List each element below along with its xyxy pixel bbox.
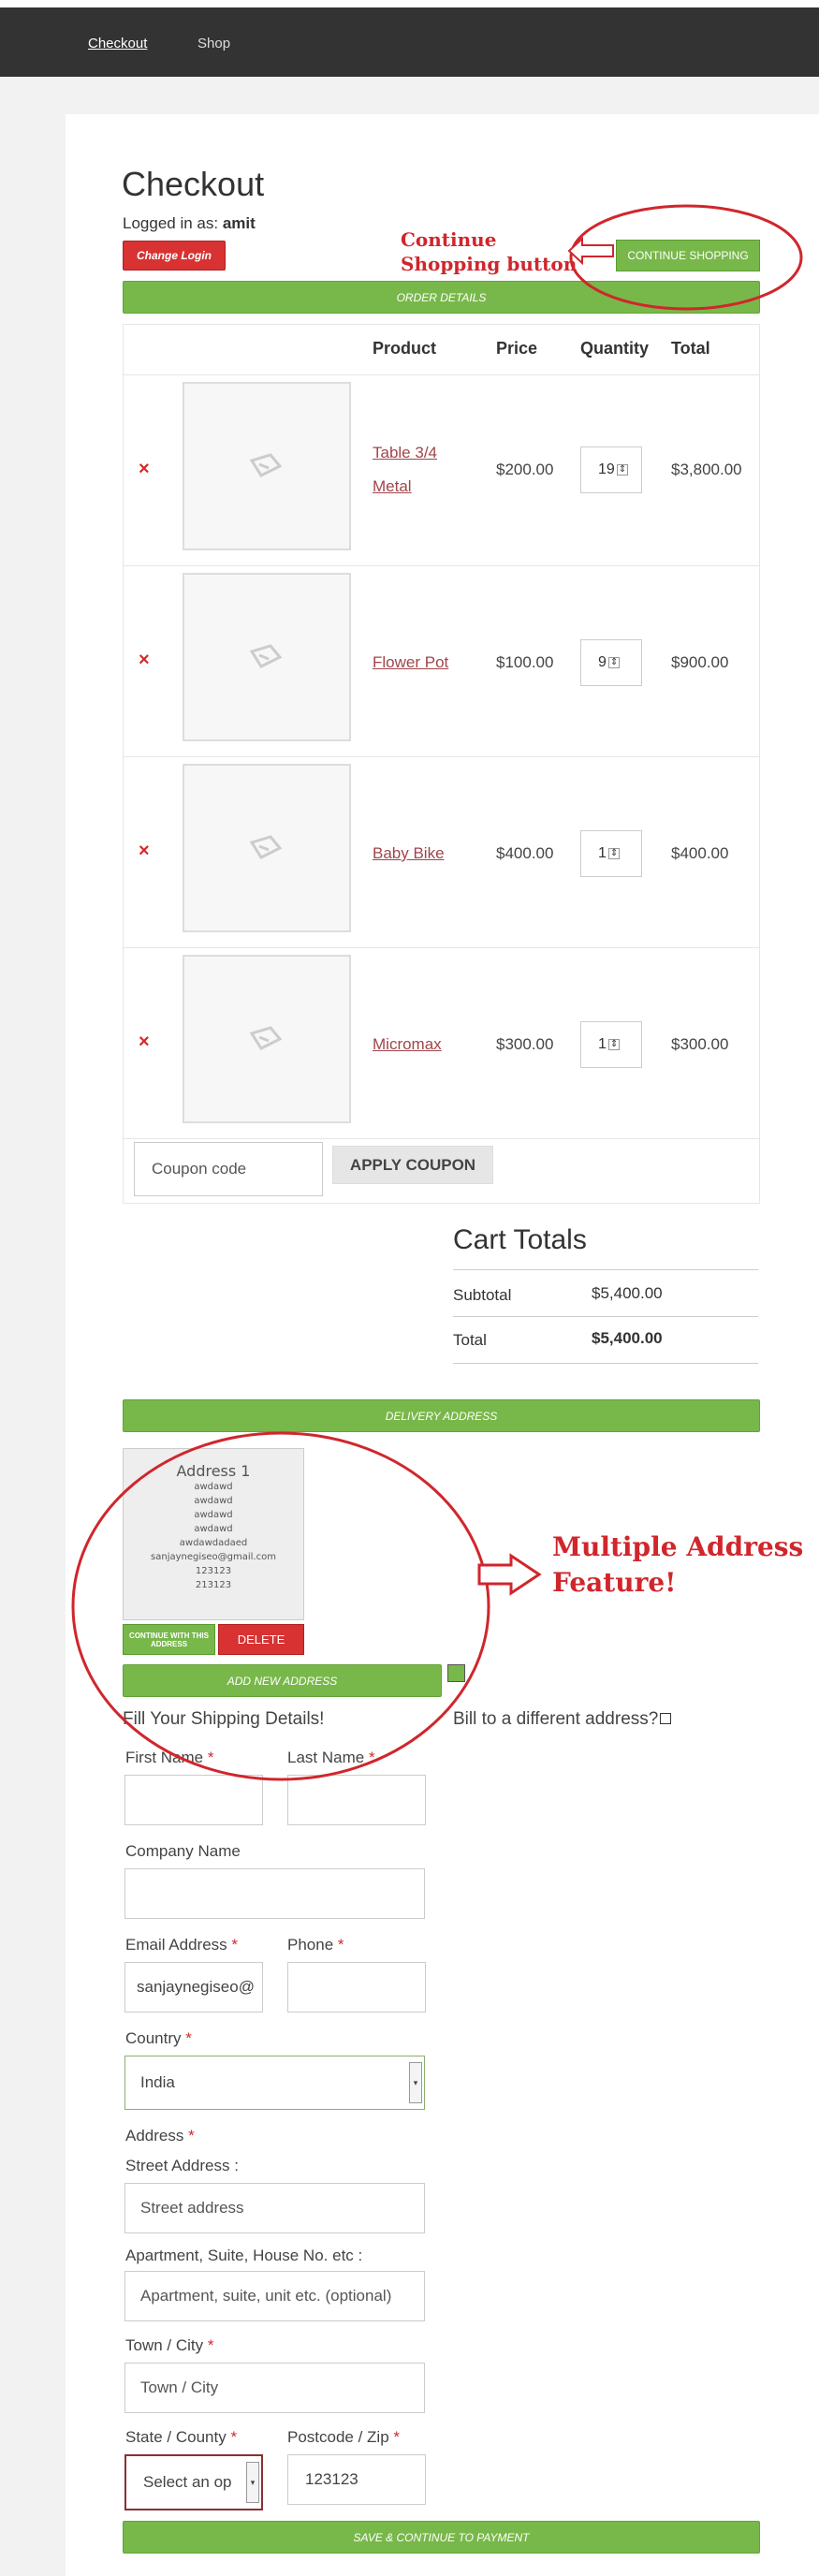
multiple-address-note-line-1: Multiple Address (552, 1531, 804, 1562)
multiple-address-note-line-2: Feature! (552, 1567, 677, 1598)
annotation-overlay (71, 204, 803, 1781)
continue-note-line-1: Continue (401, 228, 497, 251)
address-highlight-ellipse (71, 1431, 490, 1781)
continue-note-line-2: Shopping button (401, 253, 578, 275)
